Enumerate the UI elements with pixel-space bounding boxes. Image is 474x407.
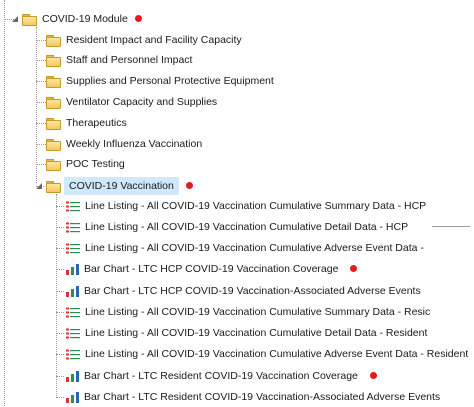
tree-node-label: Bar Chart - LTC Resident COVID-19 Vaccin… [84,370,358,382]
tree-node-report[interactable]: Line Listing - All COVID-19 Vaccination … [66,302,430,322]
folder-icon [46,75,61,88]
list-icon [66,222,80,232]
tree-node-report[interactable]: Bar Chart - LTC HCP COVID-19 Vaccination… [66,281,421,301]
tree-node-report[interactable]: Bar Chart - LTC HCP COVID-19 Vaccination… [66,259,358,279]
tree-guide [56,291,64,292]
tree-node-label: Bar Chart - LTC HCP COVID-19 Vaccination… [84,263,339,275]
tree-node-label: Supplies and Personal Protective Equipme… [66,75,274,87]
tree-node-folder[interactable]: POC Testing [46,154,125,174]
tree-node-label: Resident Impact and Facility Capacity [66,34,242,46]
tree-node-report[interactable]: Line Listing - All COVID-19 Vaccination … [66,238,424,258]
tree-node-folder[interactable]: Weekly Influenza Vaccination [46,134,202,154]
tree-guide [36,60,46,61]
tree-node-report[interactable]: Bar Chart - LTC Resident COVID-19 Vaccin… [66,366,377,386]
tree-node-covid19-vaccination[interactable]: COVID-19 Vaccination [36,176,193,196]
bar-chart-icon [66,391,79,403]
tree-node-label: Line Listing - All COVID-19 Vaccination … [85,306,431,318]
tree-guide [4,0,5,406]
tree-guide [36,81,46,82]
folder-icon [46,138,61,151]
folder-icon [46,96,61,109]
tree-node-report[interactable]: Bar Chart - LTC Resident COVID-19 Vaccin… [66,387,440,407]
tree-guide [56,194,57,398]
tree-node-label: Line Listing - All COVID-19 Vaccination … [85,221,409,233]
folder-icon [46,54,61,67]
tree-node-label: Weekly Influenza Vaccination [66,138,203,150]
tree-node-report[interactable]: Line Listing - All COVID-19 Vaccination … [66,196,426,216]
folder-icon [46,34,61,47]
tree-guide [36,123,46,124]
tree-node-label: Ventilator Capacity and Supplies [66,96,218,108]
tree-node-report[interactable]: Line Listing - All COVID-19 Vaccination … [66,344,468,364]
tree-node-label: Line Listing - All COVID-19 Vaccination … [85,242,424,254]
tree-guide [36,40,46,41]
tree-node-covid19-module[interactable]: COVID-19 Module [12,9,142,29]
tree-node-folder[interactable]: Staff and Personnel Impact [46,50,192,70]
tree-node-label: Line Listing - All COVID-19 Vaccination … [85,348,469,360]
tree-node-folder[interactable]: Supplies and Personal Protective Equipme… [46,71,274,91]
tree-node-report[interactable]: Line Listing - All COVID-19 Vaccination … [66,217,408,237]
tree-node-report[interactable]: Line Listing - All COVID-19 Vaccination … [66,323,427,343]
list-icon [66,307,80,317]
tree-node-label: Line Listing - All COVID-19 Vaccination … [85,327,428,339]
row-connector-line [432,226,470,227]
tree-node-label: Bar Chart - LTC Resident COVID-19 Vaccin… [84,391,441,403]
report-tree: COVID-19 Module Resident Impact and Faci… [0,0,474,406]
tree-guide [56,248,64,249]
tree-guide [36,27,37,183]
tree-guide [56,397,64,398]
expand-arrow-icon[interactable] [12,16,18,22]
tree-guide [56,333,64,334]
tree-guide [36,144,46,145]
alert-dot-icon [350,264,358,272]
folder-open-icon [46,180,61,193]
tree-guide [56,312,64,313]
tree-node-label: POC Testing [66,158,125,170]
tree-node-label: Therapeutics [66,117,127,129]
tree-guide [56,206,64,207]
list-icon [66,328,80,338]
tree-node-label: Staff and Personnel Impact [66,54,193,66]
bar-chart-icon [66,370,79,382]
tree-node-folder[interactable]: Therapeutics [46,113,127,133]
bar-chart-icon [66,285,79,297]
tree-node-label: COVID-19 Vaccination [64,177,179,195]
tree-guide [56,376,64,377]
folder-open-icon [22,13,37,26]
tree-guide [36,102,46,103]
list-icon [66,349,80,359]
tree-guide [36,164,46,165]
bar-chart-icon [66,263,79,275]
tree-node-folder[interactable]: Resident Impact and Facility Capacity [46,30,242,50]
expand-arrow-icon[interactable] [36,183,42,189]
alert-dot-icon [185,181,193,189]
tree-node-folder[interactable]: Ventilator Capacity and Supplies [46,92,217,112]
alert-dot-icon [369,371,377,379]
tree-node-label: Bar Chart - LTC HCP COVID-19 Vaccination… [84,285,421,297]
tree-node-label: Line Listing - All COVID-19 Vaccination … [85,200,427,212]
list-icon [66,201,80,211]
tree-guide [56,227,64,228]
folder-icon [46,158,61,171]
tree-node-label: COVID-19 Module [42,13,128,25]
folder-icon [46,117,61,130]
tree-guide [56,354,64,355]
tree-guide [56,269,64,270]
alert-dot-icon [134,14,142,22]
list-icon [66,243,80,253]
